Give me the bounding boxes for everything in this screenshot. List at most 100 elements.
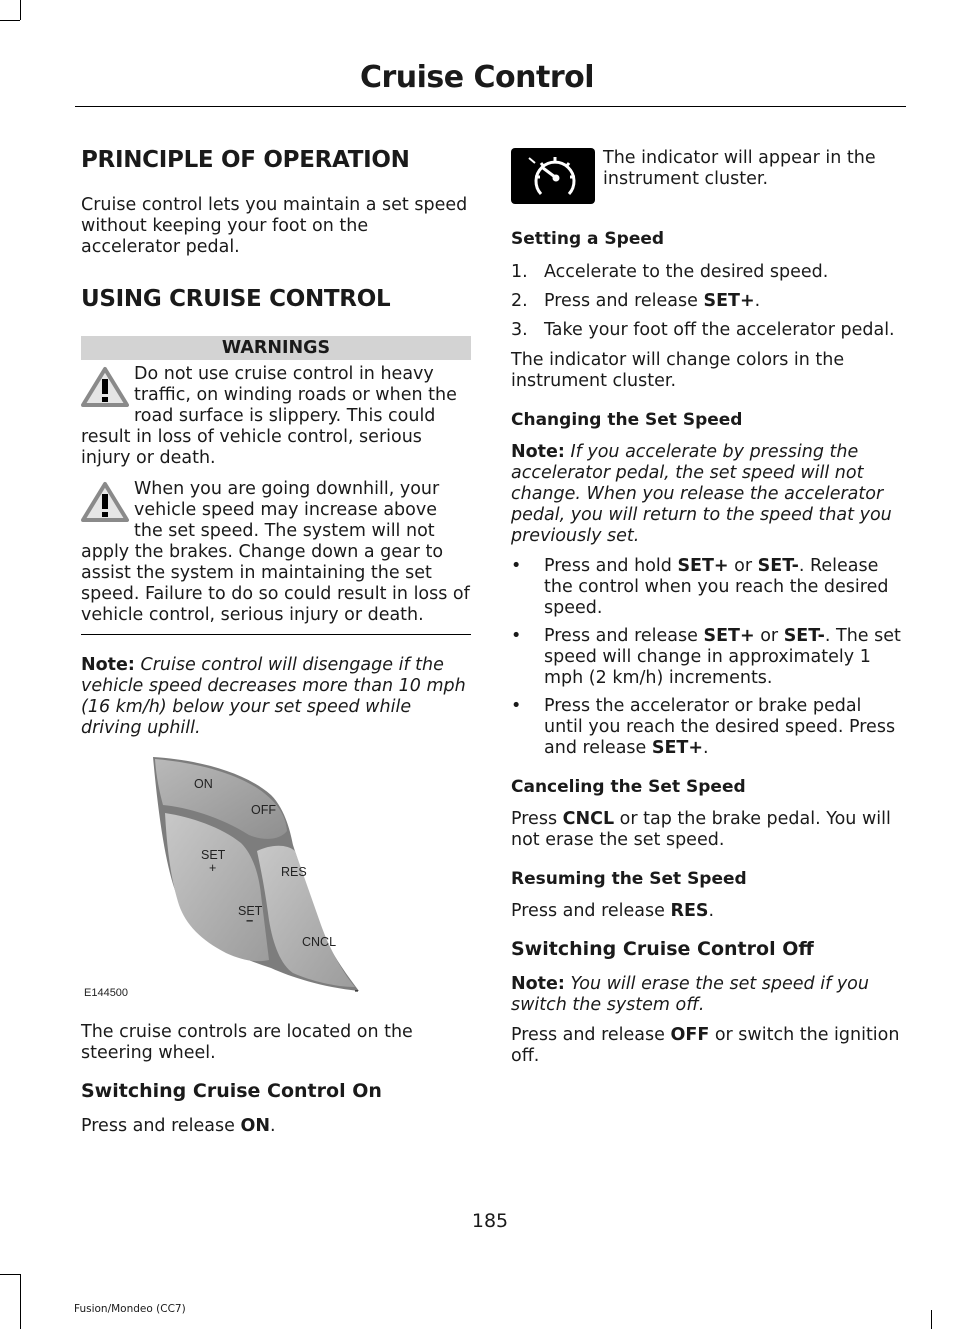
crop-mark [20, 1274, 21, 1329]
control-name: SET+ [677, 556, 729, 576]
warning-item: Do not use cruise control in heavy traff… [81, 364, 471, 469]
text-run: . [703, 738, 709, 758]
text-run: Press [511, 809, 563, 829]
indicator-info: The indicator will appear in the instrum… [511, 148, 901, 204]
switch-on-heading: Switching Cruise Control On [81, 1080, 382, 1102]
location-text: The cruise controls are located on the s… [81, 1022, 413, 1063]
text-run: or [728, 556, 758, 576]
bullet-symbol: • [511, 556, 522, 576]
note-label: Note: [81, 655, 135, 675]
bullet-text: Press the accelerator or brake pedal unt… [544, 696, 901, 759]
crop-mark [0, 1274, 20, 1275]
steering-wheel-controls-figure: ON OFF SET + RES SET − CNCL E144500 [81, 755, 471, 1010]
text-run: Press and hold [544, 556, 678, 576]
switch-off-heading: Switching Cruise Control Off [511, 938, 814, 960]
step-text: Press and release SET+. [544, 291, 760, 312]
warning-text: When you are going downhill, your vehicl… [81, 479, 470, 625]
warning-text: Do not use cruise control in heavy traff… [81, 364, 457, 468]
bullet-item: • Press and release SET+ or SET-. The se… [511, 626, 901, 689]
control-name: SET- [783, 626, 825, 646]
page-number: 185 [471, 1210, 509, 1232]
minus-symbol: − [246, 914, 254, 928]
text-run: . [708, 901, 715, 921]
step-number: 2. [511, 291, 528, 311]
principle-text: Cruise control lets you maintain a set s… [81, 195, 468, 257]
resuming-text: Press and release RES. [511, 901, 901, 922]
text-run: . [270, 1116, 276, 1136]
bullet-item: • Press and hold SET+ or SET-. Release t… [511, 556, 901, 619]
bullet-symbol: • [511, 696, 522, 716]
changing-bullets: • Press and hold SET+ or SET-. Release t… [511, 556, 901, 759]
cruise-speedometer-icon [511, 148, 595, 204]
step-text: Take your foot off the accelerator pedal… [544, 320, 895, 341]
text-run: Press and release [511, 1025, 671, 1045]
note-text: If you accelerate by pressing the accele… [511, 442, 892, 546]
text-run: Press and release [81, 1116, 241, 1136]
canceling-heading: Canceling the Set Speed [511, 777, 746, 797]
text-run: Press and release [544, 291, 704, 311]
switch-off-note: Note: You will erase the set speed if yo… [511, 974, 901, 1016]
note-text: Cruise control will disengage if the veh… [81, 655, 466, 738]
right-column: The indicator will appear in the instrum… [511, 145, 901, 1067]
bullet-symbol: • [511, 626, 522, 646]
title-divider [75, 106, 906, 107]
step-number: 1. [511, 262, 528, 282]
text-run: Press and release [511, 901, 671, 921]
text-run: Press the accelerator or brake pedal unt… [544, 696, 896, 758]
setting-steps: 1. Accelerate to the desired speed. 2. P… [511, 262, 901, 341]
plus-symbol: + [209, 861, 217, 875]
principle-heading: PRINCIPLE OF OPERATION [81, 147, 410, 173]
text-run: Accelerate to the desired speed. [544, 262, 829, 282]
setting-speed-heading: Setting a Speed [511, 229, 665, 249]
note-label: Note: [511, 974, 565, 994]
control-name: SET+ [703, 626, 755, 646]
set-plus-button-label: SET [201, 848, 226, 862]
changing-note: Note: If you accelerate by pressing the … [511, 442, 901, 547]
switch-on-text: Press and release ON. [81, 1116, 471, 1137]
indicator-change-text: The indicator will change colors in the … [511, 350, 845, 391]
control-name: SET+ [703, 291, 755, 311]
crop-mark [931, 1310, 932, 1329]
bullet-item: • Press the accelerator or brake pedal u… [511, 696, 901, 759]
note-label: Note: [511, 442, 565, 462]
text-run: Press and release [544, 626, 704, 646]
step-text: Accelerate to the desired speed. [544, 262, 828, 283]
warnings-divider [81, 634, 471, 635]
speedometer-glyph [528, 157, 576, 196]
changing-speed-heading: Changing the Set Speed [511, 410, 743, 430]
step-number: 3. [511, 320, 528, 340]
using-heading: USING CRUISE CONTROL [81, 286, 391, 312]
page-title: Cruise Control [359, 60, 595, 95]
bullet-text: Press and hold SET+ or SET-. Release the… [544, 556, 901, 619]
resuming-heading: Resuming the Set Speed [511, 869, 747, 889]
control-name: RES [670, 901, 709, 921]
canceling-text: Press CNCL or tap the brake pedal. You w… [511, 809, 901, 851]
uphill-note: Note: Cruise control will disengage if t… [81, 655, 471, 739]
cncl-button-label: CNCL [302, 935, 337, 949]
on-button-label: ON [194, 777, 213, 791]
indicator-text: The indicator will appear in the instrum… [603, 148, 876, 189]
on-control-name: ON [240, 1116, 271, 1136]
switch-off-text: Press and release OFF or switch the igni… [511, 1025, 901, 1067]
text-run: . [754, 291, 761, 311]
step-item: 3. Take your foot off the accelerator pe… [511, 320, 901, 341]
crop-mark [20, 0, 21, 20]
step-item: 1. Accelerate to the desired speed. [511, 262, 901, 283]
warning-item: When you are going downhill, your vehicl… [81, 479, 471, 626]
step-item: 2. Press and release SET+. [511, 291, 901, 312]
warnings-header: WARNINGS [81, 336, 471, 360]
crop-mark [0, 20, 20, 21]
warning-triangle-icon [81, 482, 129, 522]
text-run: Take your foot off the accelerator pedal… [544, 320, 895, 340]
control-name: OFF [670, 1025, 710, 1045]
warning-triangle-icon [81, 367, 129, 407]
off-button-label: OFF [251, 803, 276, 817]
control-name: CNCL [562, 809, 615, 829]
bullet-text: Press and release SET+ or SET-. The set … [544, 626, 901, 689]
note-text: You will erase the set speed if you swit… [511, 974, 869, 1015]
res-button-label: RES [281, 865, 307, 879]
left-column: PRINCIPLE OF OPERATION Cruise control le… [81, 145, 471, 1137]
control-name: SET- [757, 556, 799, 576]
control-name: SET+ [651, 738, 704, 758]
text-run: or [754, 626, 784, 646]
